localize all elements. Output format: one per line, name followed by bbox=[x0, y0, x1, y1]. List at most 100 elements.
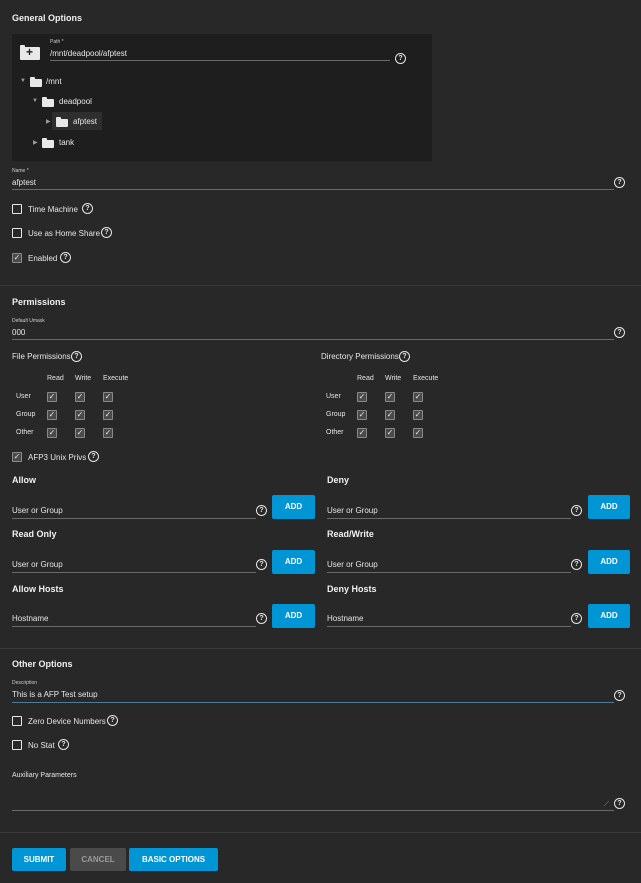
readonly-underline bbox=[12, 572, 256, 573]
section-divider bbox=[0, 285, 641, 286]
auxiliary-textarea[interactable] bbox=[12, 784, 614, 810]
allow-add-button[interactable]: ADD bbox=[272, 495, 315, 519]
file-other-execute-checkbox[interactable]: ✓ bbox=[103, 428, 113, 438]
file-user-execute-checkbox[interactable]: ✓ bbox=[103, 392, 113, 402]
no-stat-checkbox[interactable] bbox=[12, 740, 22, 750]
allow-hosts-help-icon[interactable]: ? bbox=[256, 613, 267, 624]
deny-help-icon[interactable]: ? bbox=[571, 505, 582, 516]
add-folder-button[interactable]: + bbox=[20, 44, 40, 60]
home-share-checkbox[interactable] bbox=[12, 228, 22, 238]
other-options-title: Other Options bbox=[12, 659, 73, 669]
file-col-execute: Execute bbox=[103, 375, 129, 382]
path-explorer: + Path * /mnt/deadpool/afptest ? ▼ /mnt … bbox=[12, 34, 432, 161]
deny-hosts-input[interactable]: Hostname bbox=[327, 614, 363, 623]
dir-col-execute: Execute bbox=[413, 375, 439, 382]
readonly-title: Read Only bbox=[12, 529, 57, 539]
file-group-execute-checkbox[interactable]: ✓ bbox=[103, 410, 113, 420]
auxiliary-label: Auxiliary Parameters bbox=[12, 772, 77, 779]
dir-group-write-checkbox[interactable]: ✓ bbox=[385, 410, 395, 420]
file-group-write-checkbox[interactable]: ✓ bbox=[75, 410, 85, 420]
time-machine-checkbox[interactable] bbox=[12, 204, 22, 214]
description-help-icon[interactable]: ? bbox=[614, 690, 625, 701]
cancel-button[interactable]: CANCEL bbox=[70, 848, 126, 871]
folder-icon-deadpool bbox=[42, 97, 54, 107]
dir-user-write-checkbox[interactable]: ✓ bbox=[385, 392, 395, 402]
allow-hosts-add-button[interactable]: ADD bbox=[272, 604, 315, 628]
allow-help-icon[interactable]: ? bbox=[256, 505, 267, 516]
enabled-checkbox[interactable]: ✓ bbox=[12, 253, 22, 263]
zero-device-help-icon[interactable]: ? bbox=[107, 715, 118, 726]
path-help-icon[interactable]: ? bbox=[395, 53, 406, 64]
file-user-read-checkbox[interactable]: ✓ bbox=[47, 392, 57, 402]
section-divider bbox=[0, 832, 641, 833]
dir-other-execute-checkbox[interactable]: ✓ bbox=[413, 428, 423, 438]
readwrite-add-button[interactable]: ADD bbox=[588, 550, 630, 574]
no-stat-help-icon[interactable]: ? bbox=[58, 739, 69, 750]
tree-expand-icon-deadpool[interactable]: ▼ bbox=[32, 98, 38, 104]
tree-collapse-icon-afptest[interactable]: ▶ bbox=[46, 118, 51, 125]
deny-underline bbox=[327, 518, 571, 519]
afp3-help-icon[interactable]: ? bbox=[88, 451, 99, 462]
dir-user-execute-checkbox[interactable]: ✓ bbox=[413, 392, 423, 402]
dir-permissions-help-icon[interactable]: ? bbox=[399, 351, 410, 362]
readonly-add-button[interactable]: ADD bbox=[272, 550, 315, 574]
basic-options-button[interactable]: BASIC OPTIONS bbox=[129, 848, 218, 871]
section-divider bbox=[0, 648, 641, 649]
file-col-read: Read bbox=[47, 375, 64, 382]
dir-user-read-checkbox[interactable]: ✓ bbox=[357, 392, 367, 402]
tree-collapse-icon-tank[interactable]: ▶ bbox=[33, 139, 38, 146]
resize-handle-icon[interactable]: ⟋ bbox=[604, 801, 609, 809]
name-help-icon[interactable]: ? bbox=[614, 177, 625, 188]
readwrite-help-icon[interactable]: ? bbox=[571, 559, 582, 570]
description-input[interactable]: This is a AFP Test setup bbox=[12, 690, 98, 699]
deny-add-button[interactable]: ADD bbox=[588, 495, 630, 519]
dir-col-read: Read bbox=[357, 375, 374, 382]
tree-node-afptest[interactable]: afptest bbox=[73, 117, 97, 126]
file-user-write-checkbox[interactable]: ✓ bbox=[75, 392, 85, 402]
submit-button[interactable]: SUBMIT bbox=[12, 848, 66, 871]
dir-group-execute-checkbox[interactable]: ✓ bbox=[413, 410, 423, 420]
path-label: Path * bbox=[50, 39, 64, 45]
time-machine-help-icon[interactable]: ? bbox=[82, 203, 93, 214]
deny-hosts-title: Deny Hosts bbox=[327, 584, 377, 594]
enabled-help-icon[interactable]: ? bbox=[60, 252, 71, 263]
tree-node-mnt[interactable]: /mnt bbox=[46, 77, 62, 86]
deny-hosts-help-icon[interactable]: ? bbox=[571, 613, 582, 624]
name-underline bbox=[12, 189, 614, 190]
readwrite-underline bbox=[327, 572, 571, 573]
deny-hosts-underline bbox=[327, 626, 571, 627]
readwrite-title: Read/Write bbox=[327, 529, 374, 539]
allow-hosts-input[interactable]: Hostname bbox=[12, 614, 48, 623]
readonly-input[interactable]: User or Group bbox=[12, 560, 63, 569]
deny-input[interactable]: User or Group bbox=[327, 506, 378, 515]
dir-group-read-checkbox[interactable]: ✓ bbox=[357, 410, 367, 420]
auxiliary-help-icon[interactable]: ? bbox=[614, 798, 625, 809]
umask-input[interactable]: 000 bbox=[12, 328, 25, 337]
home-share-help-icon[interactable]: ? bbox=[101, 227, 112, 238]
umask-help-icon[interactable]: ? bbox=[614, 327, 625, 338]
dir-permissions-title: Directory Permissions bbox=[321, 352, 399, 361]
general-options-title: General Options bbox=[12, 13, 83, 23]
allow-input[interactable]: User or Group bbox=[12, 506, 63, 515]
readwrite-input[interactable]: User or Group bbox=[327, 560, 378, 569]
path-input[interactable]: /mnt/deadpool/afptest bbox=[50, 49, 127, 58]
dir-other-read-checkbox[interactable]: ✓ bbox=[357, 428, 367, 438]
deny-title: Deny bbox=[327, 475, 350, 485]
path-underline bbox=[50, 60, 390, 61]
file-permissions-help-icon[interactable]: ? bbox=[71, 351, 82, 362]
deny-hosts-add-button[interactable]: ADD bbox=[588, 604, 630, 628]
dir-other-write-checkbox[interactable]: ✓ bbox=[385, 428, 395, 438]
readonly-help-icon[interactable]: ? bbox=[256, 559, 267, 570]
file-other-read-checkbox[interactable]: ✓ bbox=[47, 428, 57, 438]
description-label: Description bbox=[12, 680, 38, 686]
afp3-checkbox[interactable]: ✓ bbox=[12, 452, 22, 462]
tree-node-tank[interactable]: tank bbox=[59, 138, 74, 147]
file-row-user: User bbox=[16, 393, 31, 400]
tree-expand-icon-mnt[interactable]: ▼ bbox=[20, 78, 26, 84]
file-group-read-checkbox[interactable]: ✓ bbox=[47, 410, 57, 420]
zero-device-checkbox[interactable] bbox=[12, 716, 22, 726]
name-input[interactable]: afptest bbox=[12, 178, 36, 187]
tree-node-deadpool[interactable]: deadpool bbox=[59, 97, 92, 106]
dir-row-other: Other bbox=[326, 429, 344, 436]
file-other-write-checkbox[interactable]: ✓ bbox=[75, 428, 85, 438]
